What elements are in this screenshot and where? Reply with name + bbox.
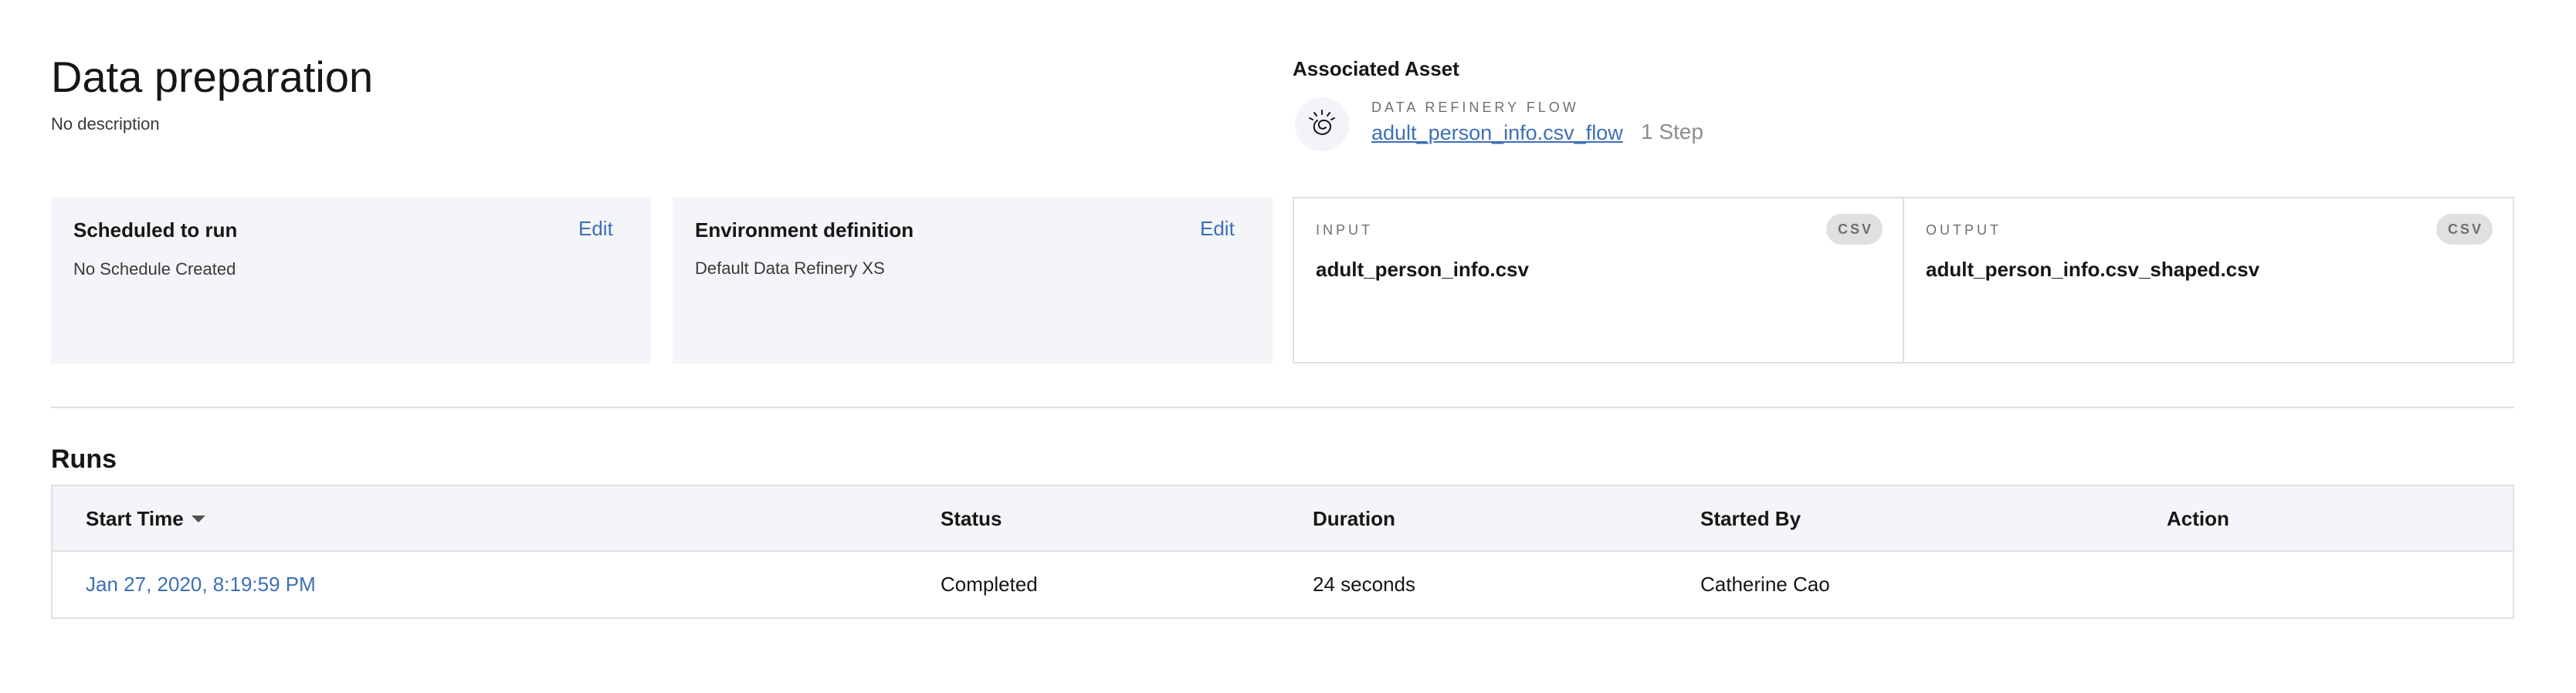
input-card: INPUT CSV adult_person_info.csv — [1293, 197, 1904, 363]
column-header-label: Start Time — [86, 507, 184, 530]
data-refinery-icon — [1295, 97, 1349, 151]
associated-asset-heading: Associated Asset — [1293, 57, 1459, 80]
output-card: OUTPUT CSV adult_person_info.csv_shaped.… — [1903, 197, 2514, 363]
environment-title: Environment definition — [695, 218, 914, 242]
environment-value: Default Data Refinery XS — [695, 259, 885, 278]
section-divider — [51, 407, 2514, 408]
schedule-tile: Scheduled to run Edit No Schedule Create… — [51, 197, 651, 363]
run-started-by: Catherine Cao — [1700, 573, 1830, 596]
column-header-duration: Duration — [1313, 507, 1395, 530]
run-start-time-link[interactable]: Jan 27, 2020, 8:19:59 PM — [86, 572, 316, 597]
run-status: Completed — [941, 573, 1038, 596]
asset-name-link[interactable]: adult_person_info.csv_flow — [1371, 120, 1623, 146]
output-label: OUTPUT — [1926, 222, 2001, 238]
schedule-edit-button[interactable]: Edit — [578, 216, 613, 241]
table-header: Start Time Status Duration Started By Ac… — [53, 486, 2513, 552]
output-format-badge: CSV — [2435, 214, 2493, 245]
environment-tile: Environment definition Edit Default Data… — [673, 197, 1273, 363]
page-title: Data preparation — [51, 52, 374, 101]
column-header-started-by: Started By — [1700, 507, 1802, 530]
asset-steps-count: 1 Step — [1641, 120, 1703, 144]
page-description: No description — [51, 114, 160, 134]
column-header-start-time[interactable]: Start Time — [86, 506, 205, 531]
input-file-name: adult_person_info.csv — [1316, 258, 1529, 281]
caret-down-icon — [191, 515, 205, 522]
input-label: INPUT — [1316, 222, 1373, 238]
column-header-action: Action — [2167, 507, 2229, 530]
schedule-value: No Schedule Created — [73, 259, 236, 279]
asset-type-label: DATA REFINERY FLOW — [1371, 100, 1579, 115]
runs-table: Start Time Status Duration Started By Ac… — [51, 485, 2514, 619]
input-format-badge: CSV — [1825, 214, 1883, 245]
environment-edit-button[interactable]: Edit — [1200, 216, 1235, 241]
run-duration: 24 seconds — [1313, 573, 1415, 596]
table-row: Jan 27, 2020, 8:19:59 PM Completed 24 se… — [53, 552, 2513, 617]
schedule-title: Scheduled to run — [73, 218, 238, 242]
column-header-status: Status — [941, 507, 1002, 530]
output-file-name: adult_person_info.csv_shaped.csv — [1926, 258, 2260, 281]
runs-heading: Runs — [51, 445, 117, 474]
